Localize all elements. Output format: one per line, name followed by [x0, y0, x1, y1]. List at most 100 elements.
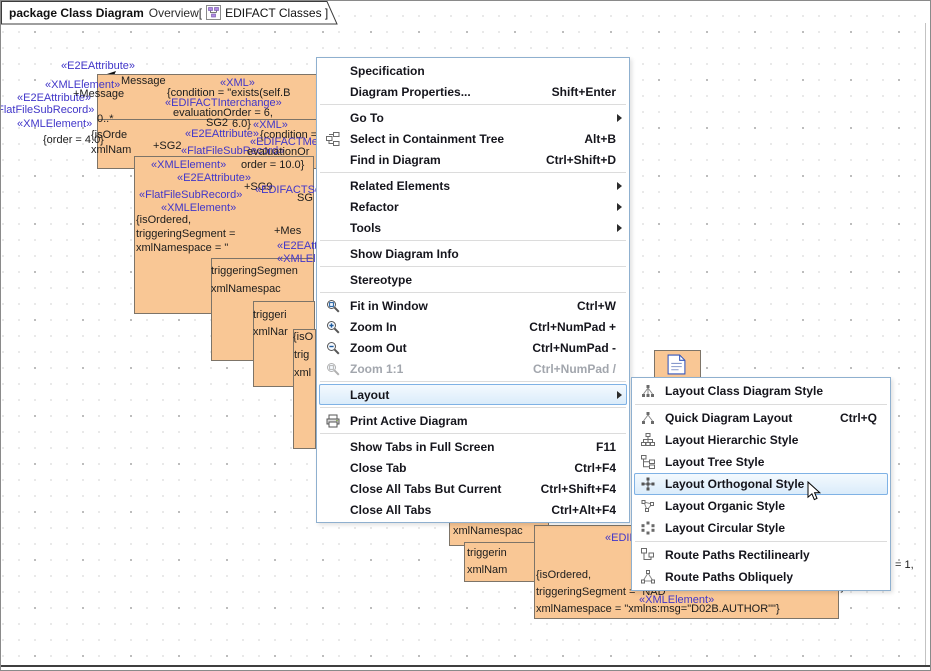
diagram-text-label: = 1, [895, 559, 914, 571]
frame-tab-name: EDIFACT Classes ] [225, 6, 328, 20]
menu-item-label: Close All Tabs But Current [346, 482, 541, 496]
menu-item-label: Layout Class Diagram Style [661, 384, 877, 398]
uml-note-box[interactable] [654, 350, 701, 378]
menu-separator [635, 541, 887, 542]
menu-item-diagram-properties[interactable]: Diagram Properties...Shift+Enter [319, 81, 627, 102]
menu-item-zoom-1-1[interactable]: Zoom 1:1Ctrl+NumPad / [319, 358, 627, 379]
mouse-cursor [807, 481, 825, 508]
menu-item-label: Specification [346, 64, 616, 78]
submenu-arrow-icon [617, 391, 622, 399]
submenu-arrow-icon [617, 182, 622, 190]
stereotype-label: «FlatFileSubRecord» [139, 189, 242, 201]
print-icon [320, 414, 346, 428]
layout-hierarchic-icon [635, 433, 661, 447]
uml-class-box[interactable] [293, 329, 316, 449]
menu-item-tools[interactable]: Tools [319, 217, 627, 238]
diagram-text-label: Message [121, 75, 166, 87]
menu-item-print-active-diagram[interactable]: Print Active Diagram [319, 410, 627, 431]
menu-item-specification[interactable]: Specification [319, 60, 627, 81]
diagram-frame-tab[interactable]: package Class Diagram Overview[ EDIFACT … [1, 1, 341, 25]
diagram-text-label: xmlNamespac [453, 525, 523, 537]
menu-item-label: Layout Organic Style [661, 499, 877, 513]
menu-item-layout-class-diagram-style[interactable]: Layout Class Diagram Style [634, 380, 888, 402]
menu-item-stereotype[interactable]: Stereotype [319, 269, 627, 290]
diagram-text-label: xmlNamespace = "xmlns:msg="D02B.AUTHOR""… [536, 603, 780, 615]
menu-separator [635, 404, 887, 405]
menu-item-shortcut: F11 [596, 440, 624, 454]
menu-separator [320, 381, 626, 382]
frame-tab-text: package Class Diagram Overview[ EDIFACT … [9, 4, 328, 21]
menu-item-zoom-out[interactable]: Zoom OutCtrl+NumPad - [319, 337, 627, 358]
menu-item-quick-diagram-layout[interactable]: Quick Diagram LayoutCtrl+Q [634, 407, 888, 429]
stereotype-label: «XMLElement» [17, 118, 92, 130]
menu-item-refactor[interactable]: Refactor [319, 196, 627, 217]
diagram-frame-bottom-edge [1, 665, 930, 667]
zoom-one-one-icon [320, 362, 346, 376]
menu-item-layout-orthogonal-style[interactable]: Layout Orthogonal Style [634, 473, 888, 495]
layout-tree-icon [635, 455, 661, 469]
class-diagram-icon [206, 5, 221, 20]
route-rectilinear-icon [635, 548, 661, 562]
menu-item-label: Print Active Diagram [346, 414, 616, 428]
diagram-text-label: xmlNar [253, 326, 288, 338]
layout-submenu: Layout Class Diagram Style Quick Diagram … [631, 377, 891, 591]
menu-item-layout-circular-style[interactable]: Layout Circular Style [634, 517, 888, 539]
menu-item-label: Tools [346, 221, 609, 235]
layout-organic-icon [635, 499, 661, 513]
frame-tab-context: Overview[ [149, 6, 202, 20]
menu-item-label: Zoom Out [346, 341, 532, 355]
menu-item-show-tabs-in-full-screen[interactable]: Show Tabs in Full ScreenF11 [319, 436, 627, 457]
menu-item-shortcut: Ctrl+Shift+D [546, 153, 624, 167]
diagram-text-label: order = 10.0} [241, 159, 304, 171]
menu-item-layout-tree-style[interactable]: Layout Tree Style [634, 451, 888, 473]
menu-item-close-tab[interactable]: Close TabCtrl+F4 [319, 457, 627, 478]
diagram-text-label: +Mes [274, 225, 301, 237]
menu-item-shortcut: Ctrl+Q [840, 411, 885, 425]
layout-class-diagram-icon [635, 384, 661, 398]
zoom-in-icon [320, 320, 346, 334]
menu-item-route-paths-obliquely[interactable]: Route Paths Obliquely [634, 566, 888, 588]
menu-item-related-elements[interactable]: Related Elements [319, 175, 627, 196]
zoom-out-icon [320, 341, 346, 355]
menu-item-route-paths-rectilinearly[interactable]: Route Paths Rectilinearly [634, 544, 888, 566]
diagram-text-label: {isOrdered, [536, 569, 591, 581]
menu-item-label: Refactor [346, 200, 609, 214]
menu-item-label: Zoom In [346, 320, 529, 334]
menu-separator [320, 433, 626, 434]
menu-item-fit-in-window[interactable]: Fit in WindowCtrl+W [319, 295, 627, 316]
menu-item-close-all-tabs[interactable]: Close All TabsCtrl+Alt+F4 [319, 499, 627, 520]
diagram-text-label: triggeringSegmen [211, 265, 298, 277]
menu-separator [320, 407, 626, 408]
menu-item-label: Close All Tabs [346, 503, 551, 517]
menu-item-label: Fit in Window [346, 299, 577, 313]
menu-item-find-in-diagram[interactable]: Find in DiagramCtrl+Shift+D [319, 149, 627, 170]
menu-item-zoom-in[interactable]: Zoom InCtrl+NumPad + [319, 316, 627, 337]
menu-item-shortcut: Ctrl+Alt+F4 [551, 503, 624, 517]
diagram-text-label: evaluationOr [247, 146, 309, 158]
menu-item-label: Show Diagram Info [346, 247, 616, 261]
diagram-canvas[interactable]: «E2EAttribute»«XMLElement»«E2EAttribute»… [1, 1, 930, 670]
menu-item-layout-hierarchic-style[interactable]: Layout Hierarchic Style [634, 429, 888, 451]
menu-separator [320, 292, 626, 293]
menu-item-select-in-containment-tree[interactable]: Select in Containment TreeAlt+B [319, 128, 627, 149]
note-icon [667, 354, 686, 375]
submenu-arrow-icon [617, 114, 622, 122]
menu-item-go-to[interactable]: Go To [319, 107, 627, 128]
menu-item-shortcut: Shift+Enter [552, 85, 624, 99]
menu-item-label: Go To [346, 111, 609, 125]
menu-item-close-all-tabs-but-current[interactable]: Close All Tabs But CurrentCtrl+Shift+F4 [319, 478, 627, 499]
menu-separator [320, 240, 626, 241]
menu-item-show-diagram-info[interactable]: Show Diagram Info [319, 243, 627, 264]
stereotype-label: «E2EAttr [277, 240, 321, 252]
layout-orthogonal-icon [635, 477, 661, 491]
menu-separator [320, 172, 626, 173]
menu-item-shortcut: Ctrl+NumPad + [529, 320, 624, 334]
menu-item-shortcut: Ctrl+NumPad / [533, 362, 624, 376]
menu-item-layout[interactable]: Layout [319, 384, 627, 405]
diagram-text-label: {isOrdered, [136, 214, 191, 226]
menu-item-layout-organic-style[interactable]: Layout Organic Style [634, 495, 888, 517]
diagram-text-label: +Message [73, 88, 124, 100]
menu-item-label: Select in Containment Tree [346, 132, 584, 146]
menu-item-label: Layout Hierarchic Style [661, 433, 877, 447]
containment-tree-icon [320, 132, 346, 146]
